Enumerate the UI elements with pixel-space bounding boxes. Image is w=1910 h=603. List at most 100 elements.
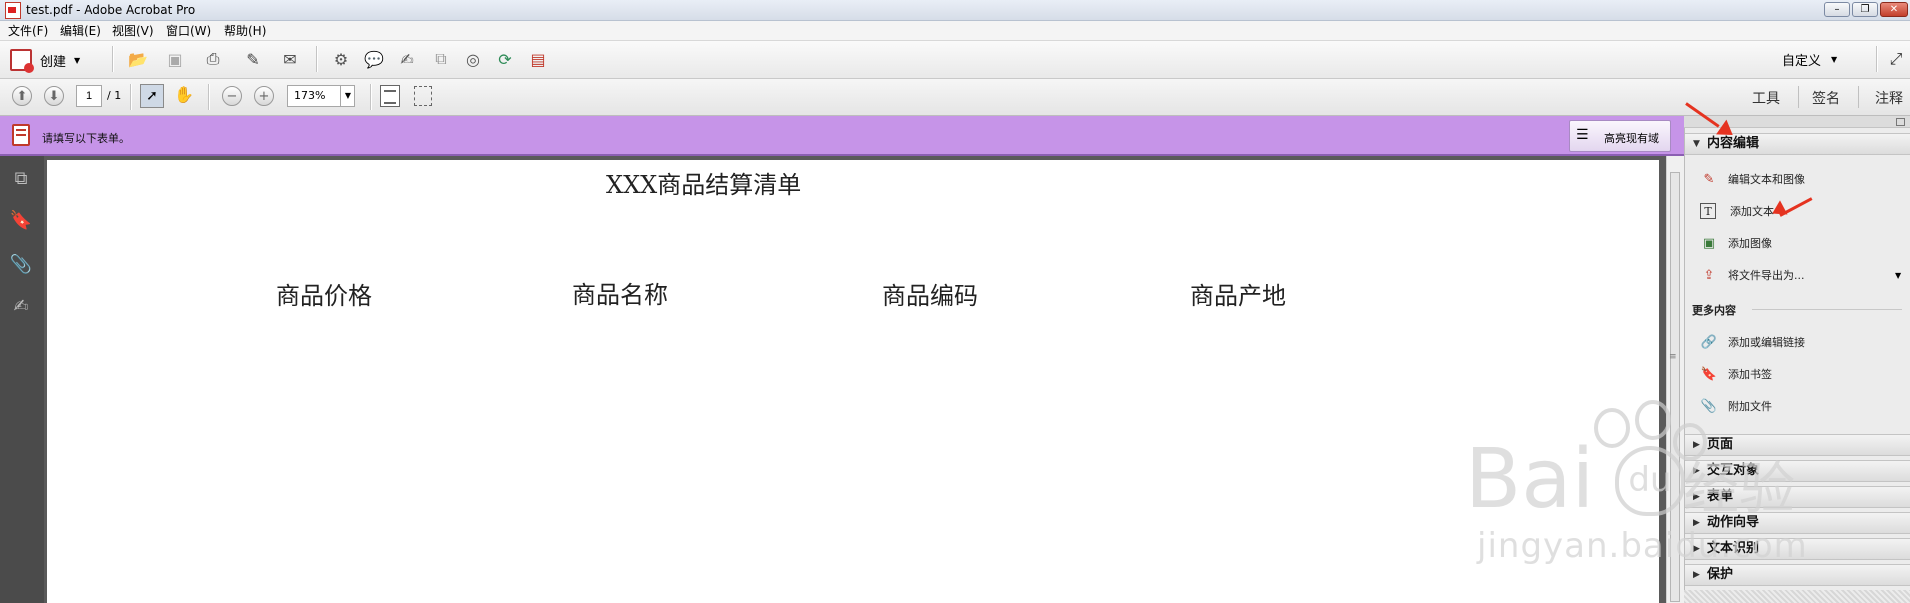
print-icon[interactable]: ⎙ [202,48,224,70]
sign-icon[interactable]: ✍ [396,48,418,70]
chevron-down-icon[interactable]: ▼ [1895,271,1901,280]
section-action-wizard[interactable]: ▶ 动作向导 [1685,512,1910,534]
attachment-icon[interactable]: 📎 [9,252,33,276]
previous-page-button[interactable]: ⬆ [12,86,32,106]
chevron-down-icon: ▼ [74,55,81,65]
next-page-button[interactable]: ⬇ [44,86,64,106]
pdf-page[interactable] [47,160,1659,603]
minimize-button[interactable]: – [1824,2,1850,17]
triangle-right-icon: ▶ [1693,440,1700,450]
export-icon[interactable]: ⟳ [494,48,516,70]
section-pages[interactable]: ▶ 页面 [1685,434,1910,456]
toolbar-divider [316,46,318,72]
tab-tools[interactable]: 工具 [1752,88,1780,108]
section-text-recognition[interactable]: ▶ 文本识别 [1685,538,1910,560]
column-header: 商品名称 [572,281,668,309]
menu-view[interactable]: 视图(V) [112,22,154,39]
link-icon: 🔗 [1700,334,1718,350]
pane-options-icon[interactable] [1896,118,1905,126]
menu-help[interactable]: 帮助(H) [224,22,266,39]
section-protection[interactable]: ▶ 保护 [1685,564,1910,586]
edit-text-image-icon: ✎ [1703,171,1715,187]
combine-icon[interactable]: ⧉ [430,48,452,70]
email-icon[interactable]: ✉ [279,48,301,70]
restore-button[interactable]: ❐ [1852,2,1878,17]
create-label: 创建 [40,54,67,70]
tab-comment[interactable]: 注释 [1875,88,1903,108]
triangle-right-icon: ▶ [1693,570,1700,580]
paperclip-icon: 📎 [1700,398,1718,414]
add-image-icon: ▣ [1702,235,1716,251]
select-tool-icon[interactable]: ➚ [140,84,164,108]
triangle-right-icon: ▶ [1693,544,1700,554]
close-button[interactable]: ✕ [1880,2,1908,17]
pane-footer-grip [1684,590,1910,603]
highlight-fields-button[interactable]: ☰ 高亮现有域 [1569,120,1671,152]
arrow-down-icon: ⬇ [48,88,60,104]
zoom-out-button[interactable]: − [222,86,242,106]
toolbar-divider [370,84,372,110]
scan-icon[interactable]: ◎ [462,48,484,70]
add-edit-link-item[interactable]: 🔗 添加或编辑链接 [1700,332,1805,352]
open-icon[interactable]: 📂 [127,48,149,70]
minus-icon: − [226,88,238,104]
document-title: XXX商品结算清单 [606,171,802,199]
section-divider [1752,309,1902,310]
column-header: 商品编码 [882,282,978,310]
add-image-item[interactable]: ▣ 添加图像 [1700,233,1772,253]
arrow-up-icon: ⬆ [16,88,28,104]
column-header: 商品产地 [1190,282,1286,310]
section-forms[interactable]: ▶ 表单 [1685,486,1910,508]
comment-icon[interactable]: 💬 [363,48,385,70]
menu-edit[interactable]: 编辑(E) [60,22,101,39]
chevron-down-icon: ▼ [1831,55,1838,64]
window-title: test.pdf - Adobe Acrobat Pro [26,3,196,17]
create-icon [10,49,34,73]
section-interactive-objects[interactable]: ▶ 交互对象 [1685,460,1910,482]
menu-file[interactable]: 文件(F) [8,22,48,39]
chevron-down-icon[interactable]: ▼ [340,86,355,106]
full-screen-icon[interactable] [414,86,432,106]
zoom-in-button[interactable]: + [254,86,274,106]
menu-window[interactable]: 窗口(W) [166,22,211,39]
signature-icon[interactable]: ✍ [9,294,33,318]
hand-tool-icon[interactable]: ✋ [174,85,194,104]
edit-icon[interactable]: ✎ [242,48,264,70]
expand-icon[interactable]: ⤢ [1885,48,1907,70]
triangle-right-icon: ▶ [1693,518,1700,528]
notice-message: 请填写以下表单。 [42,132,130,145]
grip-icon: ≡ [1669,352,1677,362]
tab-sign[interactable]: 签名 [1812,88,1840,108]
add-text-item[interactable]: T 添加文本 [1700,201,1774,221]
page-total: / 1 [107,89,122,102]
attach-file-item[interactable]: 📎 附加文件 [1700,396,1772,416]
save-icon[interactable]: ▣ [164,48,186,70]
customize-dropdown[interactable]: 自定义 ▼ [1782,50,1837,69]
add-bookmark-item[interactable]: 🔖 添加书签 [1700,364,1772,384]
create-button[interactable]: 创建 ▼ [10,47,100,73]
triangle-down-icon: ▼ [1693,139,1700,149]
title-bar: test.pdf - Adobe Acrobat Pro – ❐ ✕ [0,0,1910,21]
edit-text-images-item[interactable]: ✎ 编辑文本和图像 [1700,169,1805,189]
plus-icon: + [258,88,270,104]
forms-icon[interactable]: ▤ [527,48,549,70]
section-content-editing[interactable]: ▼ 内容编辑 [1685,133,1910,155]
toolbar-divider [112,46,114,72]
highlight-fields-icon: ☰ [1576,127,1589,143]
export-file-item[interactable]: ⇪ 将文件导出为... [1700,265,1805,285]
highlight-fields-label: 高亮现有域 [1604,132,1659,145]
pane-divider [1798,86,1799,108]
settings-icon[interactable]: ⚙ [330,48,352,70]
toolbar-divider [130,84,132,110]
triangle-right-icon: ▶ [1693,466,1700,476]
scrollbar-thumb[interactable] [1670,172,1680,602]
bookmark-icon: 🔖 [1700,366,1718,382]
toolbar-divider [208,84,210,110]
bookmark-icon[interactable]: 🔖 [9,208,33,232]
menu-bar [0,21,1910,41]
page-number-input[interactable] [76,85,102,107]
customize-label: 自定义 [1782,54,1822,69]
fit-page-icon[interactable] [380,85,400,107]
pages-icon[interactable]: ⧉ [9,166,33,190]
acrobat-app-icon [5,2,21,19]
